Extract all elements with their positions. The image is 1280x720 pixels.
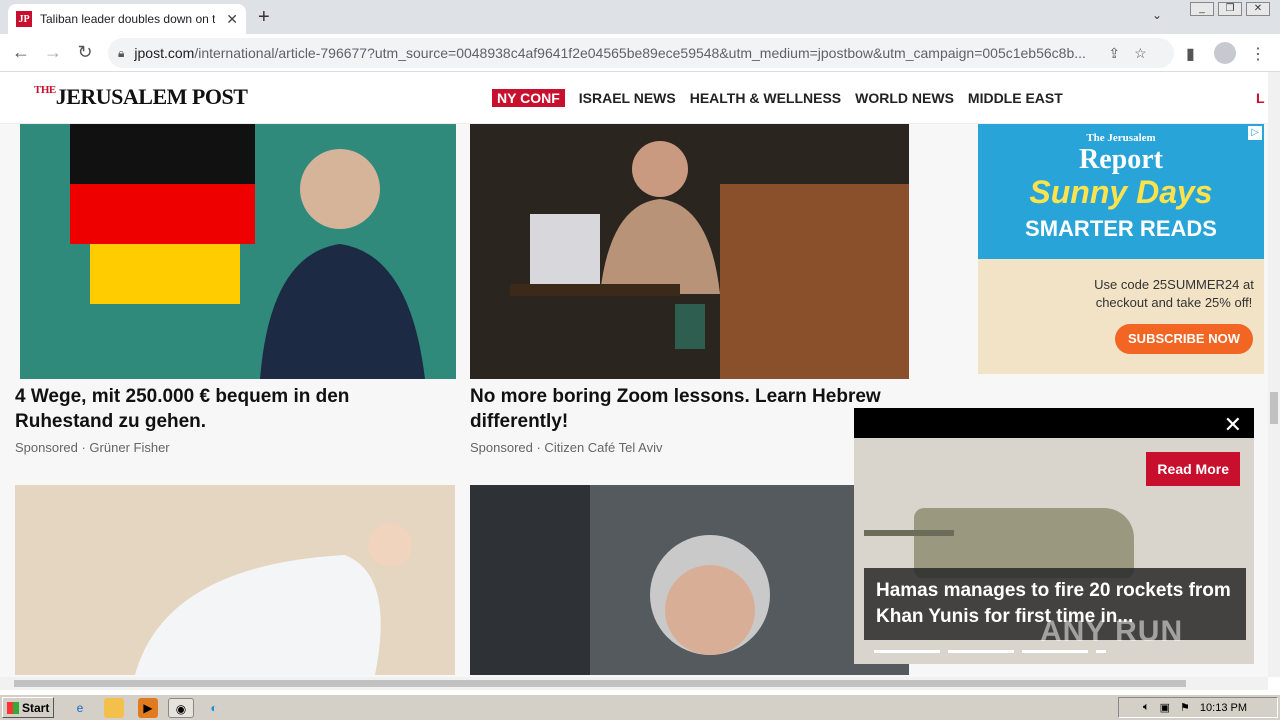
card-headline[interactable]: 4 Wege, mit 250.000 € bequem in den Ruhe…: [15, 384, 435, 434]
adchoices-icon[interactable]: ▷: [1248, 126, 1262, 140]
url-path: /international/article-796677?utm_source…: [194, 45, 1086, 61]
maximize-icon[interactable]: ❐: [1218, 2, 1242, 16]
scrollbar-thumb[interactable]: [1270, 392, 1278, 424]
report-subscription-ad[interactable]: The Jerusalem Report Sunny Days SMARTER R…: [978, 124, 1264, 374]
network-icon[interactable]: ▣: [1160, 701, 1170, 714]
bookmark-star-icon[interactable]: ☆: [1134, 45, 1147, 62]
reload-icon[interactable]: ↻: [74, 42, 96, 63]
minimize-icon[interactable]: _: [1190, 2, 1214, 16]
progress-segment: [1022, 650, 1088, 653]
clock[interactable]: 10:13 PM: [1200, 702, 1247, 714]
nav-ny-conf[interactable]: NY CONF: [492, 89, 565, 107]
scrollbar-thumb[interactable]: [14, 680, 1186, 687]
read-more-button[interactable]: Read More: [1146, 452, 1240, 486]
browser-tab[interactable]: JP Taliban leader doubles down on treat …: [8, 4, 246, 34]
card-headline[interactable]: No more boring Zoom lessons. Learn Hebre…: [470, 384, 900, 434]
tab-search-chevron-icon[interactable]: ⌄: [1152, 8, 1162, 22]
nav-world-news[interactable]: WORLD NEWS: [855, 90, 954, 106]
card-sponsor[interactable]: Sponsored · Citizen Café Tel Aviv: [470, 440, 662, 455]
browser-tab-bar: JP Taliban leader doubles down on treat …: [0, 0, 1280, 34]
sponsored-card[interactable]: [470, 485, 909, 675]
folder-icon[interactable]: [104, 698, 124, 718]
subscribe-now-button[interactable]: SUBSCRIBE NOW: [1115, 324, 1253, 354]
nav-israel-news[interactable]: ISRAEL NEWS: [579, 90, 676, 106]
chrome-icon[interactable]: ◉: [168, 698, 194, 718]
ad-tagline: Sunny Days: [1029, 174, 1213, 210]
forward-icon[interactable]: →: [42, 42, 64, 63]
tab-title: Taliban leader doubles down on treat: [40, 12, 215, 26]
sponsored-card[interactable]: No more boring Zoom lessons. Learn Hebre…: [470, 124, 909, 464]
nav-middle-east[interactable]: MIDDLE EAST: [968, 90, 1063, 106]
man-portrait-image: [260, 149, 425, 379]
site-logo[interactable]: THEJERUSALEM POST: [34, 84, 248, 110]
video-progress[interactable]: [874, 650, 1106, 653]
menu-kebab-icon[interactable]: ⋮: [1250, 44, 1266, 64]
elderly-man-image: [15, 485, 455, 675]
vertical-scrollbar[interactable]: [1268, 72, 1280, 677]
site-favicon-icon: JP: [16, 11, 32, 27]
logo-text: JERUSALEM POST: [55, 84, 248, 109]
volume-icon[interactable]: 🔈︎: [1143, 701, 1150, 714]
system-tray: 🔈︎ ▣ ⚑ 10:13 PM: [1118, 697, 1278, 718]
card-image[interactable]: [15, 485, 455, 675]
close-window-icon[interactable]: ✕: [1246, 2, 1270, 16]
ie-icon[interactable]: e: [70, 698, 90, 718]
nav-truncated-link[interactable]: L: [1256, 90, 1265, 106]
lock-icon[interactable]: 🔒︎: [118, 46, 124, 61]
close-video-icon[interactable]: ✕: [1224, 412, 1242, 438]
url-domain: jpost.com: [134, 45, 195, 61]
germany-map-image: [70, 124, 255, 304]
browser-toolbar: ← → ↻ 🔒︎ jpost.com/international/article…: [0, 34, 1280, 72]
side-panel-icon[interactable]: ▮: [1186, 44, 1195, 64]
ad-promo: Use code 25SUMMER24 at checkout and take…: [1094, 277, 1254, 310]
back-icon[interactable]: ←: [10, 42, 32, 63]
ad-subtag: SMARTER READS: [1025, 216, 1217, 241]
window-controls: _ ❐ ✕: [1190, 2, 1270, 16]
woman-laptop-image: [510, 141, 909, 379]
windows-logo-icon: [7, 701, 19, 714]
ad-brand: The Jerusalem Report: [978, 132, 1264, 176]
tank-barrel-image: [864, 530, 954, 536]
progress-segment: [874, 650, 940, 653]
horizontal-scrollbar[interactable]: [0, 677, 1268, 690]
flag-icon[interactable]: ⚑: [1180, 701, 1190, 714]
card-image[interactable]: [470, 124, 909, 379]
new-tab-icon[interactable]: +: [258, 6, 270, 29]
logo-prefix: THE: [34, 84, 56, 96]
card-sponsor[interactable]: Sponsored · Grüner Fisher: [15, 440, 170, 455]
card-image[interactable]: [20, 124, 456, 379]
address-bar[interactable]: 🔒︎ jpost.com/international/article-79667…: [108, 38, 1174, 68]
sponsored-card[interactable]: 4 Wege, mit 250.000 € bequem in den Ruhe…: [15, 124, 456, 464]
card-image[interactable]: [470, 485, 909, 675]
tab-close-icon[interactable]: ✕: [226, 11, 238, 28]
nav-health-wellness[interactable]: HEALTH & WELLNESS: [690, 90, 841, 106]
url-text[interactable]: jpost.com/international/article-796677?u…: [134, 45, 1094, 61]
start-button[interactable]: Start: [2, 697, 54, 718]
progress-segment: [948, 650, 1014, 653]
windows-taskbar: Start e ▶ ◉ ◐ 🔈︎ ▣ ⚑ 10:13 PM: [0, 694, 1280, 720]
site-header: THEJERUSALEM POST NY CONF ISRAEL NEWS HE…: [0, 72, 1268, 124]
ad-brand-name: Report: [1079, 144, 1163, 175]
start-label: Start: [22, 700, 50, 715]
share-icon[interactable]: ⇪: [1108, 45, 1120, 62]
elderly-woman-image: [470, 485, 770, 675]
profile-avatar-icon[interactable]: [1214, 42, 1236, 64]
anyrun-watermark: ANY RUN: [1040, 615, 1184, 648]
sponsored-card[interactable]: [15, 485, 455, 675]
edge-icon[interactable]: ◐: [204, 698, 224, 718]
media-player-icon[interactable]: ▶: [138, 698, 158, 718]
progress-segment: [1096, 650, 1106, 653]
main-nav: NY CONF ISRAEL NEWS HEALTH & WELLNESS WO…: [492, 89, 1063, 107]
ad-brand-small: The Jerusalem: [1086, 132, 1156, 144]
